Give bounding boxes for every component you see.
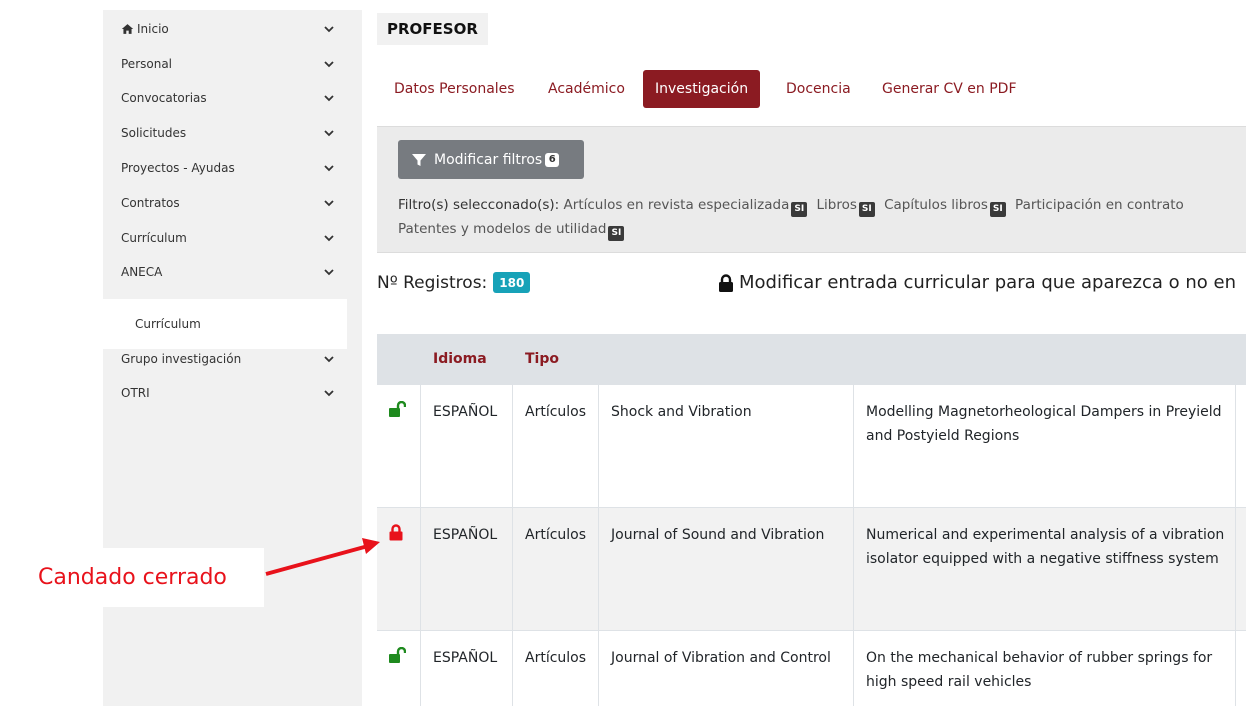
cell-titulo: On the mechanical behavior of rubber spr… <box>854 631 1236 706</box>
table-header: Idioma Tipo <box>377 334 1246 384</box>
modify-filters-label: Modificar filtros <box>434 151 543 168</box>
lock-notice: Modificar entrada curricular para que ap… <box>718 272 1236 293</box>
cell-titulo: Modelling Magnetorheological Dampers in … <box>854 385 1236 507</box>
chevron-down-icon[interactable] <box>323 92 335 104</box>
sidebar-item-label: ANECA <box>121 265 163 279</box>
filters-prefix: Filtro(s) selecconado(s): <box>398 197 560 213</box>
chevron-down-icon[interactable] <box>323 266 335 278</box>
records-count: Nº Registros: 180 <box>377 272 531 293</box>
cell-titulo: Numerical and experimental analysis of a… <box>854 508 1236 630</box>
sidebar-item-label: Grupo investigación <box>121 352 242 366</box>
filter-badge: SI <box>989 201 1006 217</box>
filter-item: Patentes y modelos de utilidad <box>398 221 607 237</box>
tab-investigacion[interactable]: Investigación <box>643 70 761 108</box>
sidebar-item-label: Contratos <box>121 196 180 210</box>
sidebar-item-proyectos[interactable]: Proyectos - Ayudas <box>103 151 362 185</box>
sidebar-item-otri[interactable]: OTRI <box>103 376 362 410</box>
chevron-down-icon[interactable] <box>323 353 335 365</box>
sidebar-item-label: Inicio <box>137 22 169 36</box>
tab-docencia[interactable]: Docencia <box>774 70 863 108</box>
modify-filters-button[interactable]: Modificar filtros 6 <box>398 140 584 179</box>
chevron-down-icon[interactable] <box>323 387 335 399</box>
column-header-tipo[interactable]: Tipo <box>525 334 559 384</box>
sidebar-item-label: OTRI <box>121 386 150 400</box>
sidebar-item-curriculum[interactable]: Currículum <box>103 221 362 255</box>
cell-idioma: ESPAÑOL <box>421 508 513 630</box>
chevron-down-icon[interactable] <box>323 232 335 244</box>
filter-count-badge: 6 <box>545 152 560 167</box>
records-label: Nº Registros: <box>377 272 488 293</box>
sidebar-item-aneca[interactable]: ANECA <box>103 255 362 289</box>
sidebar-item-convocatorias[interactable]: Convocatorias <box>103 81 362 115</box>
annotation-label: Candado cerrado <box>0 548 264 607</box>
sidebar-item-label: Solicitudes <box>121 126 187 140</box>
sidebar-item-label: Personal <box>121 57 173 71</box>
lock-open-icon[interactable] <box>389 400 407 417</box>
lock-notice-text: Modificar entrada curricular para que ap… <box>739 272 1237 293</box>
filter-item: Capítulos libros <box>884 197 988 213</box>
cell-revista: Shock and Vibration <box>599 385 854 507</box>
lock-cell[interactable] <box>377 631 421 706</box>
sidebar-item-label: Proyectos - Ayudas <box>121 161 235 175</box>
annotation-arrow <box>265 538 380 576</box>
filter-badge: SI <box>858 201 875 217</box>
lock-cell[interactable] <box>377 385 421 507</box>
table-row: ESPAÑOL Artículos Journal of Vibration a… <box>377 630 1246 706</box>
cell-idioma: ESPAÑOL <box>421 631 513 706</box>
filter-badge: SI <box>608 225 625 241</box>
sidebar-item-inicio[interactable]: Inicio <box>103 12 362 46</box>
chevron-down-icon[interactable] <box>323 23 335 35</box>
table-row: ESPAÑOL Artículos Journal of Sound and V… <box>377 507 1246 630</box>
selected-filters: Filtro(s) selecconado(s): Artículos en r… <box>398 193 1246 241</box>
sidebar-item-personal[interactable]: Personal <box>103 47 362 81</box>
cell-idioma: ESPAÑOL <box>421 385 513 507</box>
chevron-down-icon[interactable] <box>323 58 335 70</box>
tab-academico[interactable]: Académico <box>536 70 637 108</box>
sidebar-item-grupo-investigacion[interactable]: Grupo investigación <box>103 342 362 376</box>
lock-open-icon[interactable] <box>389 646 407 663</box>
tab-generar-cv[interactable]: Generar CV en PDF <box>870 70 1029 108</box>
column-header-idioma[interactable]: Idioma <box>433 334 487 384</box>
tab-datos-personales[interactable]: Datos Personales <box>382 70 527 108</box>
cell-tipo: Artículos <box>513 508 599 630</box>
records-badge: 180 <box>493 272 531 293</box>
table-row: ESPAÑOL Artículos Shock and Vibration Mo… <box>377 384 1246 507</box>
filter-item: Participación en contrato <box>1015 197 1184 213</box>
filter-icon <box>412 153 426 166</box>
sidebar-item-solicitudes[interactable]: Solicitudes <box>103 116 362 150</box>
sidebar-item-label: Convocatorias <box>121 91 207 105</box>
page-title: PROFESOR <box>377 13 488 45</box>
cell-revista: Journal of Sound and Vibration <box>599 508 854 630</box>
sidebar-item-contratos[interactable]: Contratos <box>103 186 362 220</box>
chevron-down-icon[interactable] <box>323 162 335 174</box>
chevron-down-icon[interactable] <box>323 127 335 139</box>
filter-panel: Modificar filtros 6 Filtro(s) selecconad… <box>377 126 1246 253</box>
sidebar-item-label: Currículum <box>121 231 187 245</box>
filter-badge: SI <box>791 201 808 217</box>
cell-tipo: Artículos <box>513 385 599 507</box>
lock-icon <box>719 273 733 292</box>
cell-tipo: Artículos <box>513 631 599 706</box>
filter-item: Artículos en revista especializada <box>563 197 790 213</box>
lock-closed-icon[interactable] <box>389 524 403 541</box>
filter-item: Libros <box>816 197 857 213</box>
home-icon <box>121 24 134 34</box>
chevron-down-icon[interactable] <box>323 197 335 209</box>
cell-revista: Journal of Vibration and Control <box>599 631 854 706</box>
